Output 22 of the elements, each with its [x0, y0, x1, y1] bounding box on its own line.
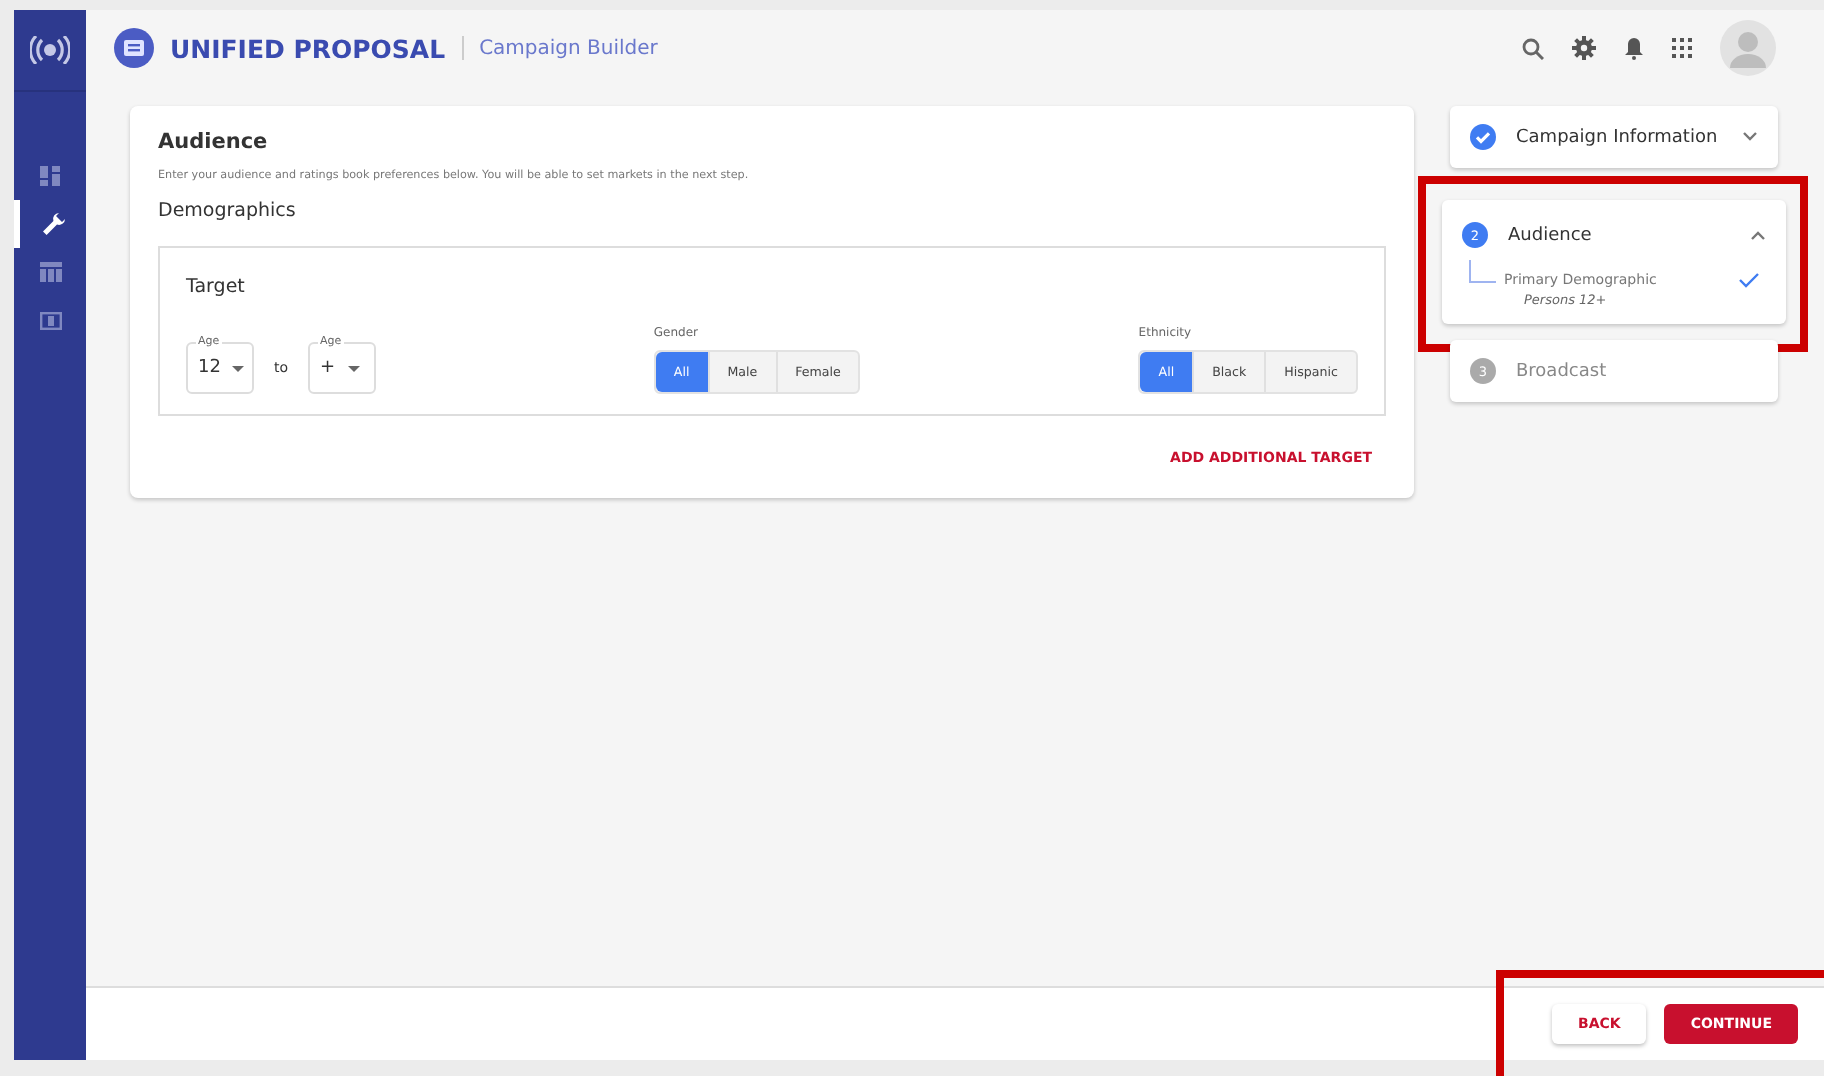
table-icon [39, 262, 61, 282]
step-title: Audience [1508, 225, 1594, 245]
search-icon[interactable] [1522, 37, 1544, 59]
proposal-logo-icon [114, 28, 154, 68]
app-title: UNIFIED PROPOSAL [170, 33, 446, 63]
step-card[interactable]: Campaign Information [1450, 106, 1778, 168]
money-icon [39, 311, 61, 329]
page-subtitle: Campaign Builder [479, 37, 658, 59]
step-title: Campaign Information [1516, 127, 1720, 147]
radio-logo-icon [30, 36, 70, 64]
bell-icon[interactable] [1624, 36, 1644, 60]
check-circle-icon [1470, 124, 1496, 150]
apps-grid-icon[interactable] [1672, 38, 1692, 58]
step-title: Broadcast [1516, 361, 1609, 381]
card-title: Audience [158, 130, 270, 154]
check-icon [1738, 272, 1760, 288]
dashboard-icon [40, 166, 60, 186]
tree-connector-icon [1468, 260, 1496, 284]
section-title: Demographics [158, 200, 298, 222]
settings-icon[interactable] [1572, 36, 1596, 60]
target-title: Target [186, 276, 247, 298]
wrench-icon [41, 212, 65, 236]
